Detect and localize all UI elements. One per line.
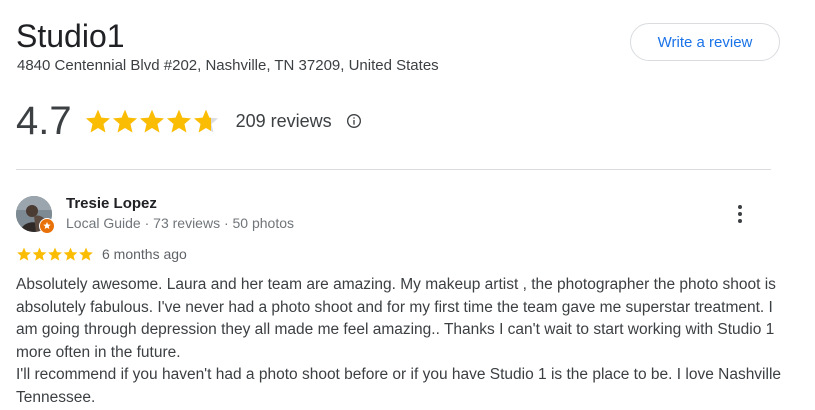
star-icon bbox=[63, 247, 78, 261]
business-name: Studio1 bbox=[16, 18, 125, 54]
star-icon bbox=[32, 247, 47, 261]
rating-stars bbox=[84, 107, 222, 135]
more-vert-icon[interactable] bbox=[728, 202, 752, 226]
star-icon bbox=[112, 109, 137, 133]
star-icon bbox=[17, 247, 31, 261]
rating-stars-graphic bbox=[85, 109, 218, 133]
reviewer-name[interactable]: Tresie Lopez bbox=[66, 195, 157, 212]
review-text: Absolutely awesome. Laura and her team a… bbox=[16, 274, 786, 410]
rating-summary: 4.7 209 reviews bbox=[16, 96, 362, 146]
review-stars bbox=[17, 247, 93, 261]
review-text-paragraph: I'll recommend if you haven't had a phot… bbox=[16, 366, 782, 406]
rating-value: 4.7 bbox=[16, 99, 72, 143]
write-review-button[interactable]: Write a review bbox=[630, 23, 780, 61]
section-divider bbox=[16, 169, 771, 170]
star-icon bbox=[48, 247, 62, 261]
review-count: 209 reviews bbox=[235, 110, 332, 131]
local-guide-badge-icon bbox=[39, 218, 55, 234]
review-rating: 6 months ago bbox=[16, 244, 187, 264]
business-address: 4840 Centennial Blvd #202, Nashville, TN… bbox=[17, 57, 439, 74]
review-date: 6 months ago bbox=[102, 246, 187, 262]
review-text-paragraph: Absolutely awesome. Laura and her team a… bbox=[16, 276, 776, 361]
partial-star-icon bbox=[193, 109, 218, 133]
star-icon bbox=[139, 109, 164, 133]
star-icon bbox=[79, 247, 93, 261]
reviewer-meta: Local Guide · 73 reviews · 50 photos bbox=[66, 215, 295, 231]
info-circle-icon[interactable] bbox=[346, 113, 362, 129]
star-icon bbox=[85, 109, 110, 133]
star-icon bbox=[166, 109, 191, 133]
